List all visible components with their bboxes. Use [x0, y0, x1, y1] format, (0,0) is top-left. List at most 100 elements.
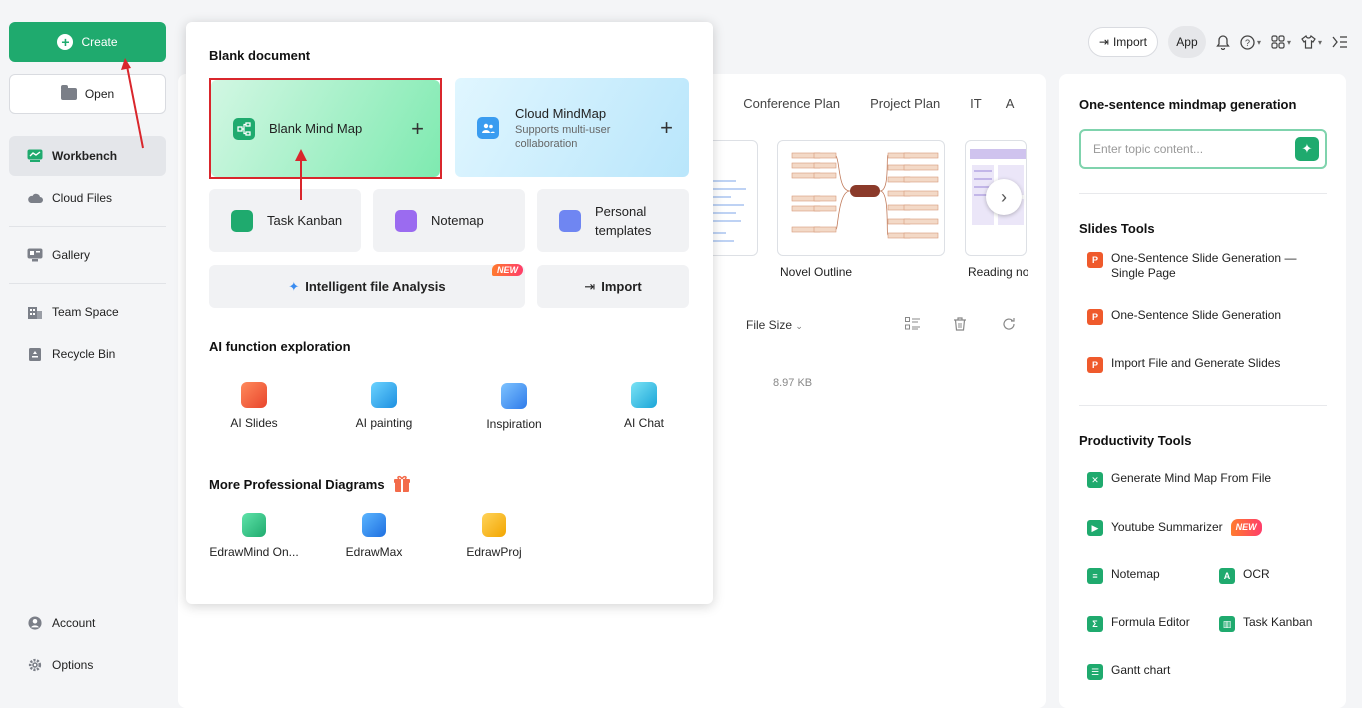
task-kanban-tile[interactable]: Task Kanban: [209, 189, 361, 252]
annotation-arrow-create: [121, 58, 144, 149]
new-badge: NEW: [1230, 519, 1262, 536]
collapse-panel-icon[interactable]: [1332, 35, 1348, 49]
template-label: Reading no: [968, 265, 1028, 279]
notemap-icon: ≡: [1087, 568, 1103, 584]
sparkle-icon: ✦: [288, 278, 300, 294]
tool-ocr[interactable]: A OCR: [1219, 567, 1270, 584]
ai-chat-item[interactable]: AI Chat: [604, 382, 684, 430]
tab-more[interactable]: A: [1006, 96, 1015, 111]
sidebar-item-account[interactable]: Account: [9, 603, 166, 643]
chevron-down-icon: ▾: [1286, 37, 1291, 47]
diagram-label: EdrawProj: [466, 545, 522, 559]
plus-icon: +: [660, 114, 673, 140]
refresh-icon[interactable]: [1002, 317, 1016, 334]
inspiration-item[interactable]: Inspiration: [474, 383, 554, 431]
cloud-mindmap-tile[interactable]: Cloud MindMap Supports multi-user collab…: [455, 78, 689, 177]
tool-youtube-summarizer[interactable]: ▶ Youtube Summarizer NEW: [1087, 519, 1262, 536]
file-size-value: 8.97 KB: [773, 377, 813, 389]
tab-project-plan[interactable]: Project Plan: [870, 96, 940, 111]
sidebar-item-options[interactable]: Options: [9, 645, 166, 685]
sidebar-divider: [9, 226, 166, 227]
open-label: Open: [84, 87, 115, 101]
folder-icon: [60, 85, 77, 100]
topbar: ⇥ Import App ? ▾ ▾ ▾: [1087, 26, 1348, 58]
tool-notemap[interactable]: ≡ Notemap: [1087, 567, 1160, 584]
intelligent-label: Intelligent file Analysis: [305, 279, 446, 294]
edrawmind-online-item[interactable]: EdrawMind On...: [204, 513, 304, 559]
panel-divider: [1079, 405, 1327, 406]
cloud-mindmap-subtitle: Supports multi-user collaboration: [515, 123, 611, 150]
edrawproj-item[interactable]: EdrawProj: [454, 513, 534, 559]
ai-chat-icon: [631, 382, 657, 408]
diagram-label: EdrawMind On...: [209, 545, 299, 559]
ocr-icon: A: [1219, 568, 1235, 584]
sidebar-item-label: Team Space: [52, 305, 119, 319]
grid-apps-icon[interactable]: ▾: [1271, 35, 1291, 49]
sidebar-item-recycle-bin[interactable]: Recycle Bin: [9, 334, 166, 374]
tab-conference-plan[interactable]: Conference Plan: [743, 96, 840, 111]
recycle-bin-icon: [29, 348, 41, 361]
ai-slides-icon: [241, 382, 267, 408]
slides-tool-single-page[interactable]: P One-Sentence Slide Generation — Single…: [1087, 251, 1307, 281]
ai-item-label: AI painting: [355, 416, 413, 430]
edrawmax-item[interactable]: EdrawMax: [334, 513, 414, 559]
sparkle-icon: ✦: [1301, 141, 1313, 156]
notemap-label: Notemap: [431, 213, 484, 228]
chevron-down-icon: ▾: [1317, 37, 1322, 47]
import-button[interactable]: ⇥ Import: [1087, 27, 1158, 57]
sidebar-item-team-space[interactable]: Team Space: [9, 292, 166, 332]
sidebar-divider: [9, 283, 166, 284]
file-size-sort[interactable]: File Size ⌄: [746, 318, 803, 332]
help-icon[interactable]: ? ▾: [1240, 34, 1261, 50]
ai-item-label: AI Chat: [623, 416, 665, 430]
tool-generate-mind-map[interactable]: ✕ Generate Mind Map From File: [1087, 471, 1271, 488]
slides-tool-import-file[interactable]: P Import File and Generate Slides: [1087, 356, 1280, 373]
app-button[interactable]: App: [1167, 26, 1206, 58]
shirt-icon[interactable]: ▾: [1301, 35, 1322, 49]
trash-icon[interactable]: [953, 317, 967, 334]
import-tile[interactable]: ⇥ Import: [537, 265, 689, 308]
tool-formula-editor[interactable]: Σ Formula Editor: [1087, 615, 1190, 632]
sidebar-item-gallery[interactable]: Gallery: [9, 235, 166, 275]
list-view-icon[interactable]: [905, 317, 920, 333]
tool-gantt-chart[interactable]: ☰ Gantt chart: [1087, 663, 1170, 680]
chevron-down-icon: ⌄: [795, 321, 803, 331]
tab-it[interactable]: IT: [970, 96, 982, 111]
mindmap-generation-title: One-sentence mindmap generation: [1079, 97, 1297, 112]
template-thumbnail-novel-outline[interactable]: [777, 140, 945, 256]
right-panel: [1059, 74, 1346, 708]
productivity-tools-title: Productivity Tools: [1079, 433, 1192, 448]
more-diagrams-title: More Professional Diagrams: [209, 475, 411, 493]
ai-exploration-title: AI function exploration: [209, 339, 351, 354]
topic-input[interactable]: [1079, 129, 1327, 169]
carousel-next-button[interactable]: ›: [986, 179, 1022, 215]
slides-icon: P: [1087, 252, 1103, 268]
plus-circle-icon: +: [57, 34, 74, 50]
tool-label: Youtube Summarizer: [1111, 520, 1223, 534]
diagram-label: EdrawMax: [345, 545, 403, 559]
ai-slides-item[interactable]: AI Slides: [214, 382, 294, 430]
template-label: Novel Outline: [780, 265, 853, 279]
tool-label: Gantt chart: [1111, 663, 1171, 677]
slides-tool-generation[interactable]: P One-Sentence Slide Generation: [1087, 308, 1281, 325]
tool-task-kanban[interactable]: ▥ Task Kanban: [1219, 615, 1312, 632]
sidebar-item-cloud-files[interactable]: Cloud Files: [9, 178, 166, 218]
panel-divider: [1079, 193, 1327, 194]
lightning-icon: [501, 383, 527, 409]
personal-templates-tile[interactable]: Personal templates: [537, 189, 689, 252]
bell-icon[interactable]: [1216, 34, 1230, 50]
intelligent-file-analysis-button[interactable]: ✦ Intelligent file Analysis NEW: [209, 264, 525, 308]
sidebar-item-label: Gallery: [52, 248, 91, 262]
gantt-icon: ☰: [1087, 664, 1103, 680]
personal-templates-label: Personal templates: [595, 203, 652, 238]
ai-generate-button[interactable]: ✦: [1295, 137, 1319, 161]
edrawmax-icon: [362, 513, 386, 537]
notemap-tile[interactable]: Notemap: [373, 189, 525, 252]
tool-label: Task Kanban: [1243, 615, 1313, 629]
tool-label: Formula Editor: [1111, 615, 1190, 629]
tool-label: One-Sentence Slide Generation: [1111, 308, 1282, 322]
slides-icon: P: [1087, 309, 1103, 325]
import-icon: ⇥: [584, 278, 596, 294]
ai-painting-item[interactable]: AI painting: [344, 382, 424, 430]
ai-item-label: AI Slides: [230, 416, 278, 430]
